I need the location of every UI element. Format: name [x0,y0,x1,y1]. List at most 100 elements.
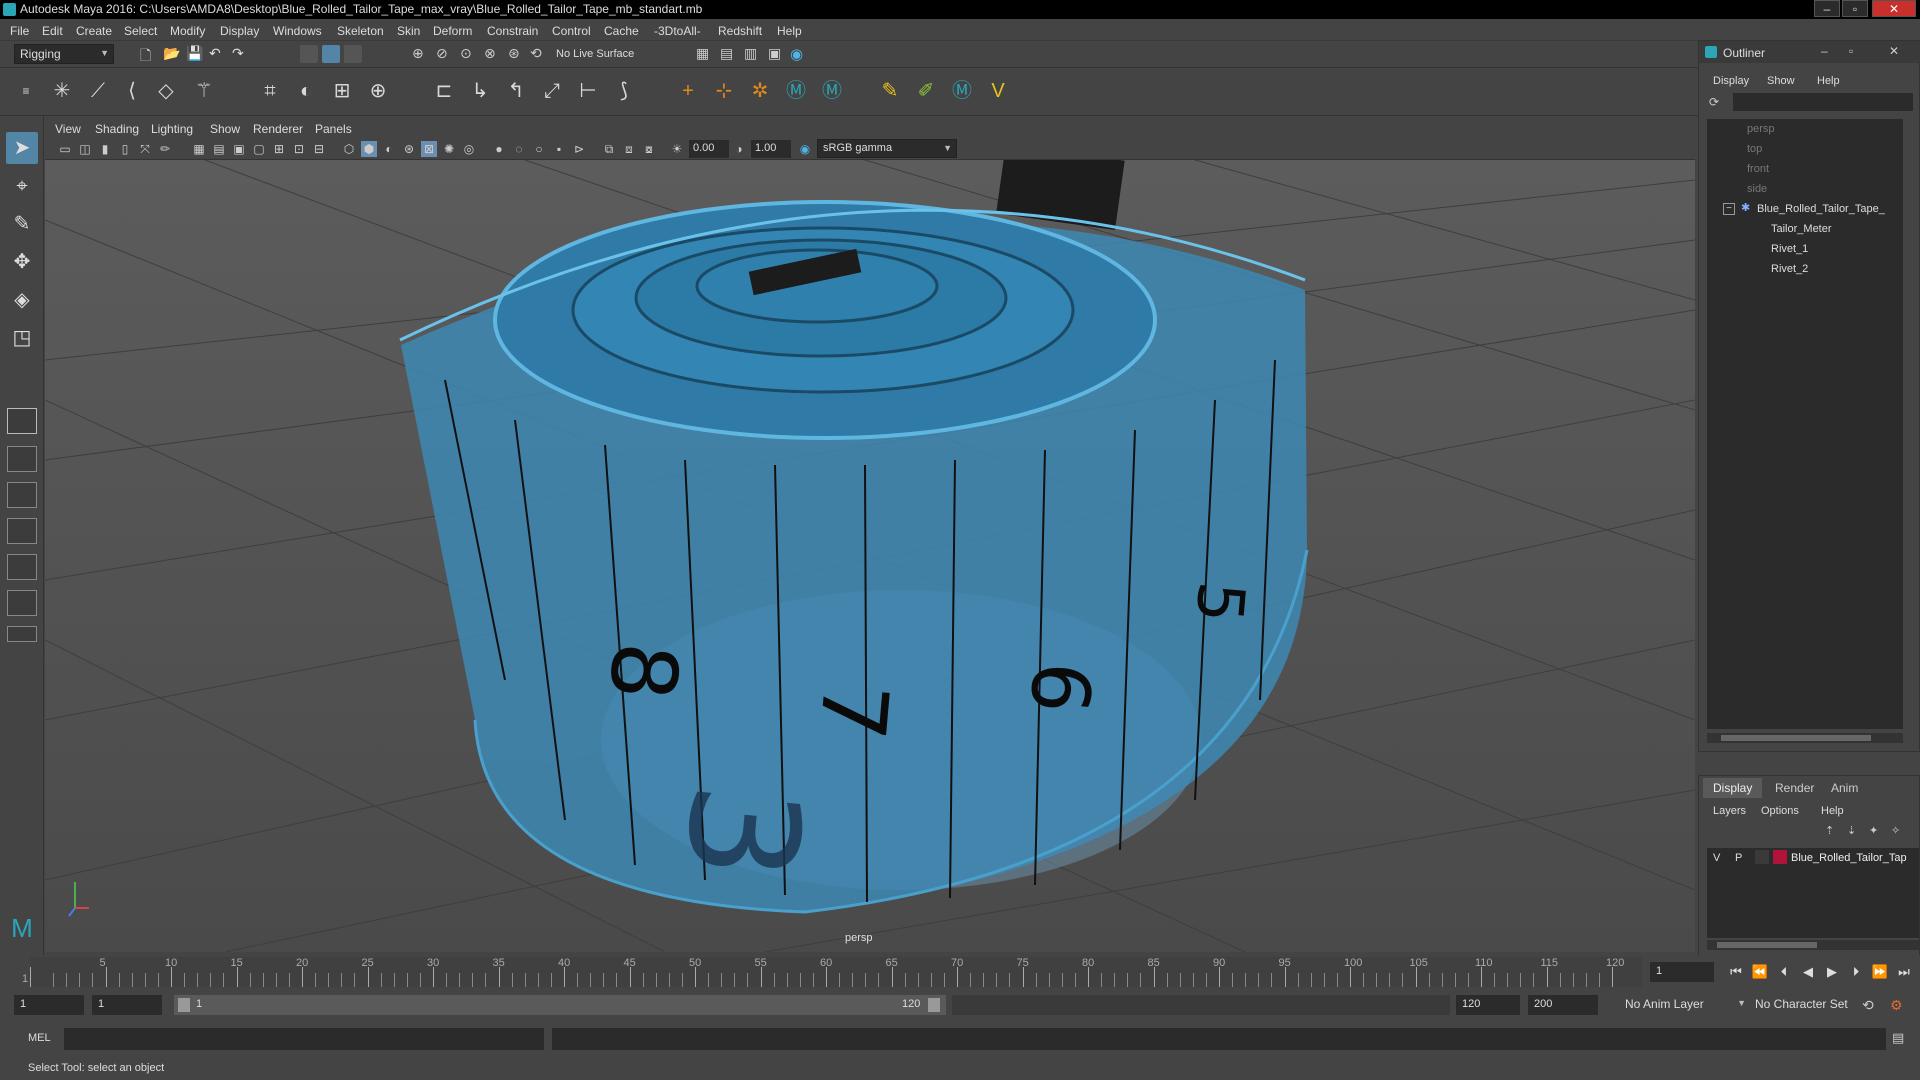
isolate-select-icon[interactable]: ⊳ [571,141,587,157]
save-scene-icon[interactable]: 💾 [186,45,204,63]
anim-end-field[interactable]: 200 [1528,995,1598,1015]
undo-icon[interactable]: ↶ [209,45,227,63]
joint-tool-icon[interactable]: ✳ [48,77,76,105]
antialias-icon[interactable]: ▪ [551,141,567,157]
minimize-button[interactable]: – [1814,0,1840,17]
xray-joints-icon[interactable]: ⧉ [601,141,617,157]
move-tool-icon[interactable]: ✥ [6,246,38,278]
wireframe-icon[interactable]: ⬡ [341,141,357,157]
scale-constraint-icon[interactable]: ⤢ [538,77,566,105]
locator-icon[interactable]: + [674,77,702,105]
orient-constraint-icon[interactable]: ↰ [502,77,530,105]
ik-handle-icon[interactable]: ⟋ [84,77,112,105]
playback-end-field[interactable]: 120 [1456,995,1520,1015]
snap-reflect-icon[interactable]: ⟲ [530,45,548,63]
textured-icon[interactable]: ✺ [441,141,457,157]
menu-select[interactable]: Select [124,24,157,38]
snap-view-icon[interactable]: ⊗ [484,45,502,63]
move-layer-down-icon[interactable]: ⇣ [1847,824,1856,837]
default-material-icon[interactable]: ◐ [381,141,397,157]
custom-layout-icon[interactable] [7,626,37,642]
single-pane-layout-icon[interactable] [7,408,37,434]
camera-select-icon[interactable]: ▭ [57,141,73,157]
tab-render[interactable]: Render [1765,778,1824,798]
live-surface-label[interactable]: No Live Surface [556,48,634,60]
step-forward-frame-icon[interactable]: ⏵ [1846,963,1866,981]
tab-display[interactable]: Display [1703,778,1763,798]
wrap-deformer-icon[interactable]: ✐ [912,77,940,105]
menu-constrain[interactable]: Constrain [487,24,538,38]
select-component-icon[interactable] [344,45,362,63]
menu-redshift[interactable]: Redshift [718,24,762,38]
time-ruler[interactable]: 1 5 10 15 20 25 30 35 40 45 50 55 60 65 70 75 80 85 90 95 1… [22,957,1642,987]
animation-preferences-icon[interactable]: ⚙ [1890,997,1903,1014]
menu-skeleton[interactable]: Skeleton [337,24,384,38]
outliner-menu-show[interactable]: Show [1767,75,1795,87]
layer-name[interactable]: Blue_Rolled_Tailor_Tap [1791,852,1907,864]
play-backward-icon[interactable]: ◀ [1798,963,1818,981]
layer-reference-toggle[interactable] [1755,850,1769,864]
character-set-dropdown[interactable]: No Character Set [1750,995,1864,1015]
menu-display[interactable]: Display [220,24,259,38]
paint-weights-icon[interactable]: ⊞ [328,77,356,105]
step-forward-key-icon[interactable]: ⏩ [1870,963,1890,981]
layers-menu-layers[interactable]: Layers [1713,805,1746,817]
select-hierarchy-icon[interactable] [300,45,318,63]
menu-skin[interactable]: Skin [397,24,420,38]
outliner-minimize-button[interactable]: – [1821,44,1828,58]
layer-hscroll-thumb[interactable] [1717,942,1817,948]
grease-pencil-icon[interactable]: ✏ [157,141,173,157]
colorspace-dropdown[interactable]: sRGB gamma ▼ [817,139,957,158]
xray-icon[interactable]: ⊠ [421,141,437,157]
vp-menu-view[interactable]: View [55,122,81,136]
step-back-key-icon[interactable]: ⏪ [1750,963,1770,981]
new-scene-icon[interactable]: 🗋 [140,45,158,63]
outliner-item-persp[interactable]: persp [1747,123,1775,135]
backface-icon[interactable]: ⧇ [641,141,657,157]
layer-hscrollbar[interactable] [1707,940,1919,950]
safe-action-icon[interactable]: ⊡ [291,141,307,157]
rotate-tool-icon[interactable]: ◈ [6,284,38,316]
smooth-bind-icon[interactable]: ◐ [292,77,320,105]
step-back-frame-icon[interactable]: ⏴ [1774,963,1794,981]
muscle-icon[interactable]: Ⓜ [948,77,976,105]
ik-spline-icon[interactable]: ⟨ [118,77,146,105]
viewport-persp[interactable]: 8 7 6 5 3 persp [45,160,1695,952]
layer-color-swatch[interactable] [1773,850,1787,864]
tab-anim[interactable]: Anim [1821,778,1868,798]
open-scene-icon[interactable]: 📂 [163,45,181,63]
select-object-icon[interactable] [322,45,340,63]
two-d-pan-icon[interactable]: ⤧ [137,141,153,157]
camera-attributes-icon[interactable]: ◫ [77,141,93,157]
menu-control[interactable]: Control [552,24,591,38]
new-layer-icon[interactable]: ✦ [1869,824,1878,837]
menu-create[interactable]: Create [76,24,112,38]
render-view-icon[interactable]: ◉ [790,45,808,63]
outliner-search-input[interactable] [1733,93,1913,111]
snap-point-icon[interactable]: ⊙ [460,45,478,63]
outliner-item-top[interactable]: top [1747,143,1762,155]
bookmark-icon[interactable]: ▮ [97,141,113,157]
menu-windows[interactable]: Windows [273,24,322,38]
grid-toggle-icon[interactable]: ▦ [191,141,207,157]
outliner-item-side[interactable]: side [1747,183,1767,195]
outliner-item-front[interactable]: front [1747,163,1769,175]
script-editor-icon[interactable]: ▤ [1892,1030,1904,1046]
render-settings-icon[interactable]: ▥ [744,45,762,63]
outliner-menu-help[interactable]: Help [1817,75,1840,87]
playback-start-field[interactable]: 1 [92,995,162,1015]
exposure-field[interactable]: 0.00 [689,140,729,158]
hypershade-layout-icon[interactable] [7,590,37,616]
anim-start-field[interactable]: 1 [14,995,84,1015]
point-constraint-icon[interactable]: ⊏ [430,77,458,105]
outliner-menu-display[interactable]: Display [1713,75,1749,87]
gate-mask-icon[interactable]: ▢ [251,141,267,157]
range-start-handle[interactable] [178,998,190,1012]
resolution-gate-icon[interactable]: ▣ [231,141,247,157]
ambient-occlusion-icon[interactable]: ◌ [511,141,527,157]
select-tool-icon[interactable]: ➤ [6,132,38,164]
outliner-item-group[interactable]: Blue_Rolled_Tailor_Tape_ [1757,203,1885,215]
motion-blur-icon[interactable]: ○ [531,141,547,157]
vp-menu-renderer[interactable]: Renderer [253,122,303,136]
vp-menu-panels[interactable]: Panels [315,122,352,136]
